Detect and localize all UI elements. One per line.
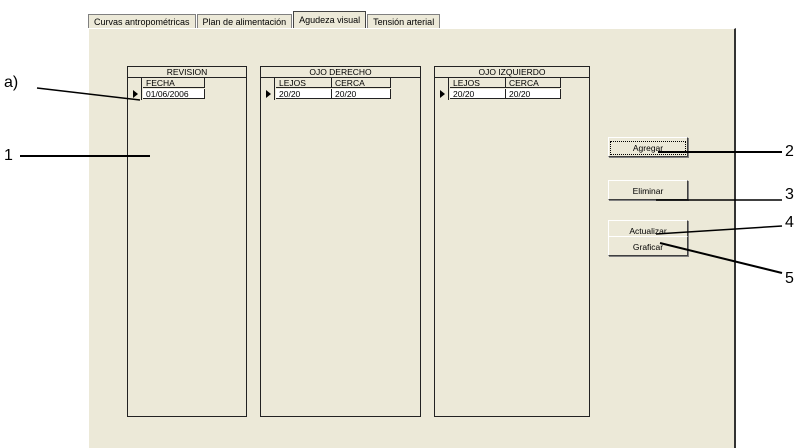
annotation-lines	[20, 87, 783, 274]
annotation-label-4: 4	[785, 214, 794, 231]
annotation-label-1: 1	[4, 147, 13, 164]
annotation-label-3: 3	[785, 186, 794, 203]
annotation-label-a: a)	[4, 74, 19, 91]
annotation-label-2: 2	[785, 143, 794, 160]
annotation-label-5: 5	[785, 270, 794, 287]
annotation-line-5	[659, 242, 783, 274]
annotation-line-a	[36, 87, 141, 101]
annotation-line-4	[655, 225, 783, 235]
